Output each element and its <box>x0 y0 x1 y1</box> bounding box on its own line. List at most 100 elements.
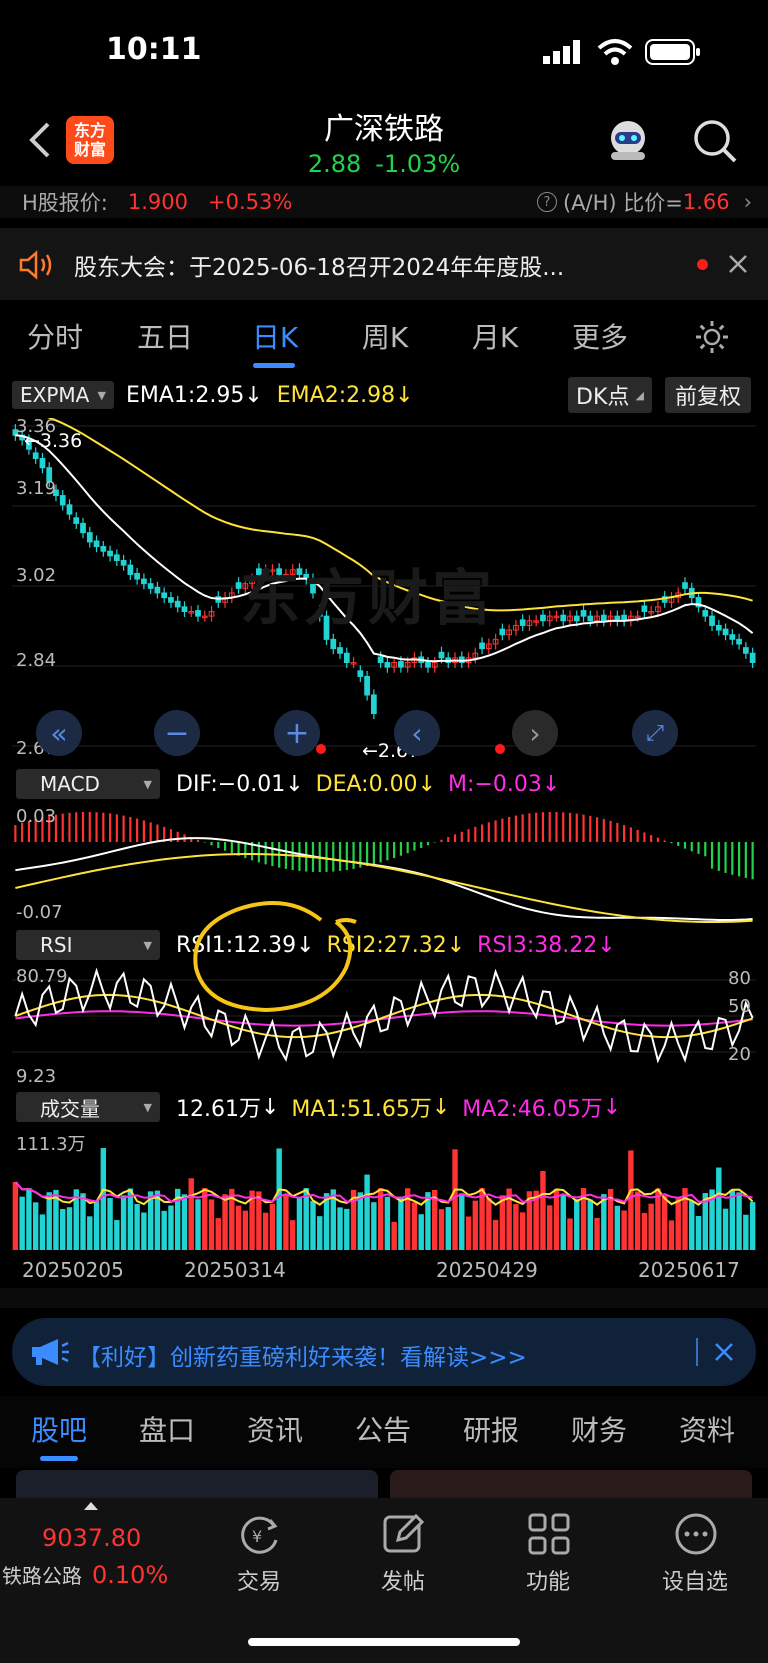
promo-banner[interactable]: 【利好】创新药重磅利好来袭！看解读>>> <box>12 1318 756 1386</box>
search-icon[interactable] <box>692 118 738 164</box>
scroll-left-fast-button[interactable]: « <box>36 710 82 756</box>
candle-body <box>73 517 80 524</box>
help-icon[interactable]: ? <box>536 192 557 212</box>
h-share-label: H股报价: <box>22 191 108 215</box>
candle-body <box>330 638 337 650</box>
tab-pankou[interactable]: 盘口 <box>108 1408 226 1450</box>
tab-yuek[interactable]: 月K <box>440 313 550 359</box>
candle-body <box>343 652 350 664</box>
tab-rik[interactable]: 日K <box>220 313 330 359</box>
tab-fenshi[interactable]: 分时 <box>0 313 110 359</box>
chevron-right-icon[interactable]: › <box>744 190 752 214</box>
zoom-in-button[interactable]: + <box>274 710 320 756</box>
tab-yanbao[interactable]: 研报 <box>432 1408 550 1450</box>
volume-bar <box>39 1214 46 1250</box>
tab-zixun[interactable]: 资讯 <box>216 1408 334 1450</box>
function-button[interactable]: 功能 <box>503 1512 593 1602</box>
candle-body <box>39 457 46 469</box>
post-button[interactable]: 发帖 <box>358 1512 448 1602</box>
volume-bar <box>181 1194 188 1250</box>
trade-button[interactable]: ¥ 交易 <box>214 1512 304 1602</box>
promo-text: 【利好】创新药重磅利好来袭！看解读>>> <box>78 1345 527 1371</box>
tab-ziliao[interactable]: 资料 <box>648 1408 766 1450</box>
volume-bar <box>262 1212 269 1250</box>
close-icon[interactable] <box>728 254 748 274</box>
volume-bar <box>289 1220 296 1250</box>
tab-zhouk[interactable]: 周K <box>330 313 440 359</box>
volume-bar <box>283 1195 289 1250</box>
axis-label-1: 3.19 <box>16 478 57 499</box>
volume-bar <box>26 1188 32 1250</box>
stock-price: 2.88 <box>307 150 362 178</box>
volume-bar <box>168 1205 174 1250</box>
index-info[interactable]: 铁路公路 0.10% <box>2 1560 168 1589</box>
date-label-0: 20250205 <box>22 1258 124 1282</box>
volume-bar <box>486 1198 492 1250</box>
ah-label: (A/H) 比价= <box>562 191 683 215</box>
scroll-left-button[interactable]: ‹ <box>394 710 440 756</box>
candle-body <box>709 615 715 626</box>
volume-bar <box>695 1215 702 1250</box>
date-label-2: 20250429 <box>436 1258 538 1282</box>
tab-wuri[interactable]: 五日 <box>110 313 220 359</box>
settings-gear-icon[interactable] <box>694 319 730 355</box>
volume-bar <box>93 1200 100 1250</box>
rsi-indicator-row: RSI ▼ RSI1:12.39 ↓ RSI2:27.32 ↓ RSI3:38.22 ↓ <box>0 928 768 962</box>
ema2-value: EMA2:2.98 <box>276 382 396 408</box>
volume-bar <box>371 1202 377 1250</box>
content-card-right[interactable] <box>390 1470 752 1500</box>
candle-body <box>682 582 688 589</box>
content-card-left[interactable] <box>16 1470 378 1500</box>
bottom-bar: 9037.80 铁路公路 0.10% ¥ 交易 发帖 功能 设自选 <box>0 1498 768 1663</box>
notice-text: 股东大会：于2025-06-18召开2024年年度股... <box>74 255 565 281</box>
macd-chart[interactable] <box>12 804 756 926</box>
volume-bar <box>594 1217 600 1250</box>
post-label: 发帖 <box>380 1570 425 1595</box>
section-tabs: 股吧 盘口 资讯 公告 研报 财务 资料 <box>0 1396 768 1468</box>
volume-bar <box>438 1209 445 1250</box>
tab-more[interactable]: 更多 <box>550 313 650 359</box>
function-label: 功能 <box>525 1570 570 1595</box>
zoom-out-button[interactable]: − <box>154 710 200 756</box>
volume-bar <box>235 1205 242 1250</box>
close-icon[interactable] <box>714 1342 734 1362</box>
h-share-row[interactable]: H股报价: 1.900 +0.53% ? (A/H) 比价= 1.66 › <box>0 186 768 218</box>
volume-bar <box>66 1207 73 1250</box>
robot-assistant-icon[interactable] <box>603 114 653 164</box>
candle-body <box>587 615 594 622</box>
event-dot <box>316 744 326 754</box>
expma-selector[interactable]: EXPMA ▼ <box>12 381 114 409</box>
notice-banner[interactable]: 股东大会：于2025-06-18召开2024年年度股... <box>0 228 768 300</box>
tab-guba[interactable]: 股吧 <box>0 1408 118 1450</box>
dk-point-button[interactable]: DK点 ◢ <box>568 377 652 413</box>
volume-bar <box>729 1189 736 1250</box>
hand-drawn-circle-annotation <box>193 900 357 1013</box>
volume-selector[interactable]: 成交量 ▼ <box>16 1092 160 1122</box>
candle-body <box>425 662 431 668</box>
rsi-chart[interactable] <box>12 966 756 1088</box>
volume-chart[interactable] <box>12 1128 756 1250</box>
candle-body <box>86 532 93 543</box>
adjust-button[interactable]: 前复权 <box>665 377 751 413</box>
candle-body <box>722 628 729 636</box>
post-icon <box>383 1513 425 1553</box>
rsi-selector[interactable]: RSI ▼ <box>16 930 160 960</box>
volume-bar <box>127 1188 134 1250</box>
macd-selector[interactable]: MACD ▼ <box>16 769 160 799</box>
macd-indicator-row: MACD ▼ DIF:−0.01 ↓ DEA:0.00 ↓ M:−0.03 ↓ <box>0 767 768 801</box>
candle-body <box>479 642 485 650</box>
index-value[interactable]: 9037.80 <box>42 1524 141 1552</box>
tab-gonggao[interactable]: 公告 <box>324 1408 442 1450</box>
volume-bar <box>276 1148 282 1250</box>
scroll-right-button[interactable]: › <box>512 710 558 756</box>
volume-bar <box>634 1191 641 1250</box>
fullscreen-button[interactable]: ⤢ <box>632 710 678 756</box>
volume-bar <box>32 1202 39 1250</box>
volume-bar <box>337 1207 343 1250</box>
tab-caiwu[interactable]: 财务 <box>540 1408 658 1450</box>
add-watchlist-button[interactable]: 设自选 <box>650 1512 740 1602</box>
index-name: 铁路公路 <box>2 1564 82 1588</box>
volume-bar <box>641 1212 648 1250</box>
candle-body <box>519 619 526 626</box>
rsi-right-label-80: 80 <box>728 968 751 989</box>
